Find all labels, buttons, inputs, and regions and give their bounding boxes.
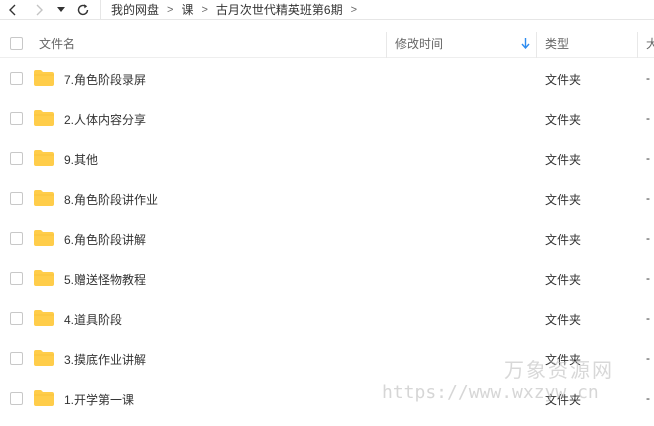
file-type: 文件夹 [545,193,582,207]
column-header-modified[interactable]: 修改时间 [395,28,535,58]
column-header-type[interactable]: 类型 [545,28,569,58]
file-type: 文件夹 [545,113,582,127]
column-header-size-label: 大 [646,36,654,51]
file-row[interactable]: 9.其他 文件夹 - [0,139,654,179]
select-all-checkbox[interactable] [10,36,23,50]
forward-button[interactable] [26,0,52,20]
file-row[interactable]: 4.道具阶段 文件夹 - [0,299,654,339]
row-checkbox[interactable] [10,272,23,285]
file-list-header: 文件名 修改时间 类型 大 [0,28,654,58]
row-checkbox[interactable] [10,312,23,325]
file-name[interactable]: 3.摸底作业讲解 [64,351,146,368]
folder-icon [34,230,54,246]
file-type: 文件夹 [545,233,582,247]
file-name[interactable]: 8.角色阶段讲作业 [64,191,158,208]
column-divider[interactable] [386,32,387,58]
file-name[interactable]: 2.人体内容分享 [64,111,146,128]
breadcrumb-separator[interactable]: > [351,4,357,16]
breadcrumb-separator: > [201,3,208,16]
file-size: - [646,111,650,125]
row-checkbox[interactable] [10,72,23,85]
column-header-name-label: 文件名 [39,36,76,51]
file-size: - [646,271,650,285]
breadcrumb-course[interactable]: 课 [181,1,193,18]
file-row[interactable]: 6.角色阶段讲解 文件夹 - [0,219,654,259]
breadcrumb: 我的网盘 > 课 > 古月次世代精英班第6期 > [100,0,365,20]
file-type: 文件夹 [545,273,582,287]
file-size: - [646,391,650,405]
file-row[interactable]: 5.赠送怪物教程 文件夹 - [0,259,654,299]
file-name[interactable]: 7.角色阶段录屏 [64,71,146,88]
chevron-right-icon [36,4,43,15]
row-checkbox[interactable] [10,392,23,405]
file-name[interactable]: 4.道具阶段 [64,311,122,328]
history-dropdown-button[interactable] [52,0,70,20]
file-row[interactable]: 7.角色阶段录屏 文件夹 - [0,59,654,99]
file-size: - [646,191,650,205]
file-type: 文件夹 [545,313,582,327]
file-size: - [646,311,650,325]
file-size: - [646,71,650,85]
select-all-cell [10,28,23,58]
row-checkbox[interactable] [10,232,23,245]
back-button[interactable] [0,0,26,20]
file-name[interactable]: 5.赠送怪物教程 [64,271,146,288]
caret-down-icon [57,6,65,12]
file-row[interactable]: 2.人体内容分享 文件夹 - [0,99,654,139]
watermark-url: https://www.wxzyw.cn [382,382,599,403]
folder-icon [34,310,54,326]
navigation-bar: 我的网盘 > 课 > 古月次世代精英班第6期 > [0,0,654,20]
watermark-title: 万象资源网 [504,358,614,382]
file-size: - [646,351,650,365]
file-type: 文件夹 [545,153,582,167]
arrow-down-icon [521,38,530,49]
row-checkbox[interactable] [10,152,23,165]
folder-icon [34,150,54,166]
column-header-size[interactable]: 大 [646,28,654,58]
column-header-type-label: 类型 [545,36,570,51]
column-divider[interactable] [536,32,537,58]
file-name[interactable]: 6.角色阶段讲解 [64,231,146,248]
folder-icon [34,270,54,286]
refresh-button[interactable] [70,0,96,20]
breadcrumb-my-drive[interactable]: 我的网盘 [111,1,159,18]
row-checkbox[interactable] [10,352,23,365]
breadcrumb-separator: > [167,3,174,16]
refresh-icon [77,3,89,15]
folder-icon [34,110,54,126]
file-size: - [646,151,650,165]
breadcrumb-current-folder[interactable]: 古月次世代精英班第6期 [216,1,343,18]
file-type: 文件夹 [545,73,582,87]
file-name[interactable]: 1.开学第一课 [64,391,134,408]
folder-icon [34,350,54,366]
row-checkbox[interactable] [10,192,23,205]
folder-icon [34,390,54,406]
row-checkbox[interactable] [10,112,23,125]
column-divider[interactable] [637,32,638,58]
file-size: - [646,231,650,245]
column-header-name[interactable]: 文件名 [39,28,75,58]
folder-icon [34,70,54,86]
chevron-left-icon [9,4,16,15]
column-header-modified-label: 修改时间 [395,36,444,51]
file-row[interactable]: 8.角色阶段讲作业 文件夹 - [0,179,654,219]
folder-icon [34,190,54,206]
file-name[interactable]: 9.其他 [64,151,98,168]
